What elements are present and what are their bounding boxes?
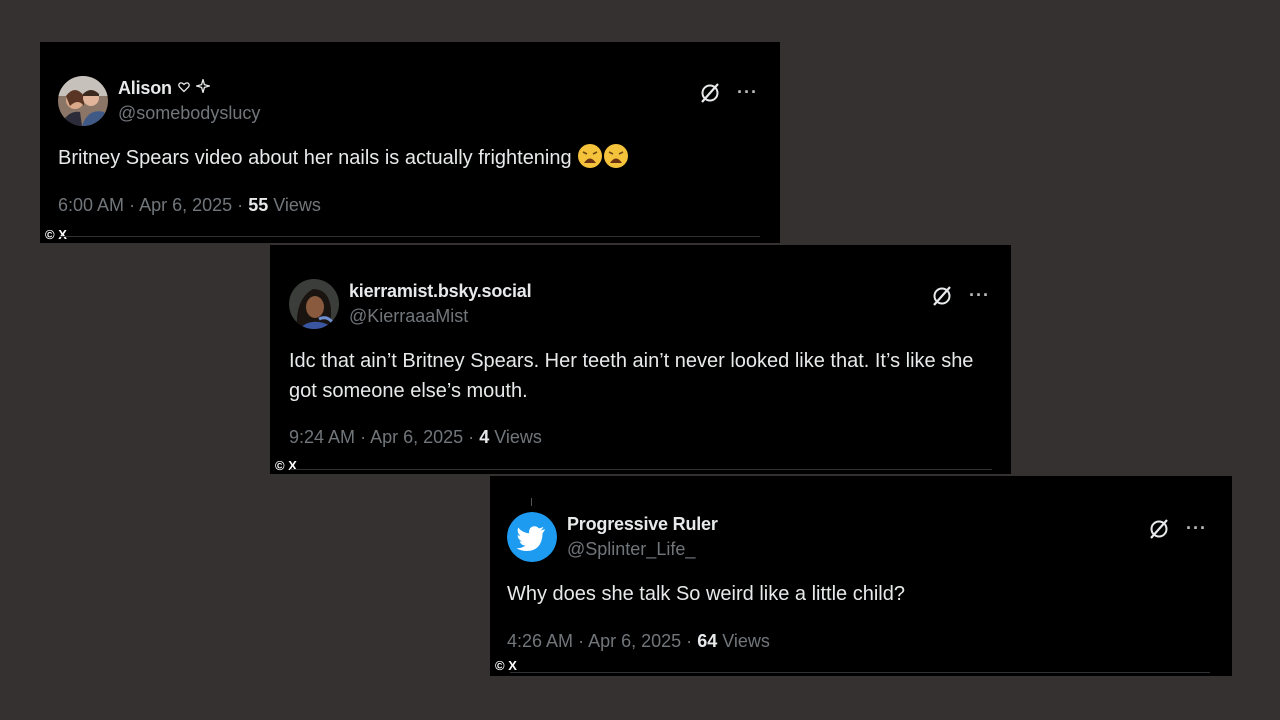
views-label: Views [722,631,770,651]
avatar[interactable] [289,279,339,329]
tweet-date[interactable]: Apr 6, 2025 [139,195,232,215]
meta-separator: · [468,427,475,447]
views-count: 64 [697,631,718,651]
tweet-time[interactable]: 6:00 AM [58,195,124,215]
thread-line [531,498,532,506]
tweet-time[interactable]: 9:24 AM [289,427,355,447]
twitter-bird-icon [507,512,557,562]
grok-icon[interactable] [1148,518,1170,540]
more-options-icon[interactable]: ··· [1186,518,1207,539]
views-label: Views [494,427,542,447]
copyright-label: © X [495,658,517,673]
meta-separator: · [686,631,693,651]
user-handle[interactable]: @somebodyslucy [118,103,260,124]
user-handle[interactable]: @KierraaaMist [349,306,468,327]
tweet-card-alison[interactable]: Alison @somebodyslucy ··· Britney Spears… [40,42,780,243]
tweet-date[interactable]: Apr 6, 2025 [588,631,681,651]
tweet-meta: 9:24 AM · Apr 6, 2025 · 4 Views [289,427,542,448]
divider [510,672,1210,673]
display-name[interactable]: Progressive Ruler [567,514,718,535]
tweet-text: Idc that ain’t Britney Spears. Her teeth… [289,350,974,402]
views-count: 4 [479,427,490,447]
user-name-row: kierramist.bsky.social [349,281,532,302]
tweet-card-progressive-ruler[interactable]: Progressive Ruler @Splinter_Life_ ··· Wh… [490,476,1232,676]
tweet-meta: 4:26 AM · Apr 6, 2025 · 64 Views [507,631,770,652]
meta-separator: · [237,195,244,215]
tweet-time[interactable]: 4:26 AM [507,631,573,651]
tweet-card-kierramist[interactable]: kierramist.bsky.social @KierraaaMist ···… [270,245,1011,474]
avatar[interactable] [58,76,108,126]
user-name-row: Alison [118,77,212,99]
tweet-text: Britney Spears video about her nails is … [58,143,758,173]
tweet-text: Why does she talk So weird like a little… [507,583,905,605]
meta-separator: · [360,427,367,447]
sparkle-icon [193,77,212,98]
avatar[interactable] [507,512,557,562]
more-options-icon[interactable]: ··· [969,285,990,306]
display-name[interactable]: Alison [118,78,172,99]
display-name[interactable]: kierramist.bsky.social [349,281,532,302]
copyright-label: © X [275,458,297,473]
tweet-text-content: Britney Spears video about her nails is … [58,147,572,169]
user-name-row: Progressive Ruler [567,514,718,535]
grok-icon[interactable] [699,82,721,104]
heart-outline-icon [177,80,190,98]
divider [290,469,992,470]
user-handle[interactable]: @Splinter_Life_ [567,539,695,560]
tweet-date[interactable]: Apr 6, 2025 [370,427,463,447]
meta-separator: · [578,631,585,651]
weary-face-emoji [577,143,603,169]
weary-face-emoji [603,143,629,169]
tweet-meta: 6:00 AM · Apr 6, 2025 · 55 Views [58,195,321,216]
meta-separator: · [129,195,136,215]
copyright-label: © X [45,227,67,242]
grok-icon[interactable] [931,285,953,307]
divider [60,236,760,237]
views-count: 55 [248,195,269,215]
views-label: Views [273,195,321,215]
more-options-icon[interactable]: ··· [737,82,758,103]
